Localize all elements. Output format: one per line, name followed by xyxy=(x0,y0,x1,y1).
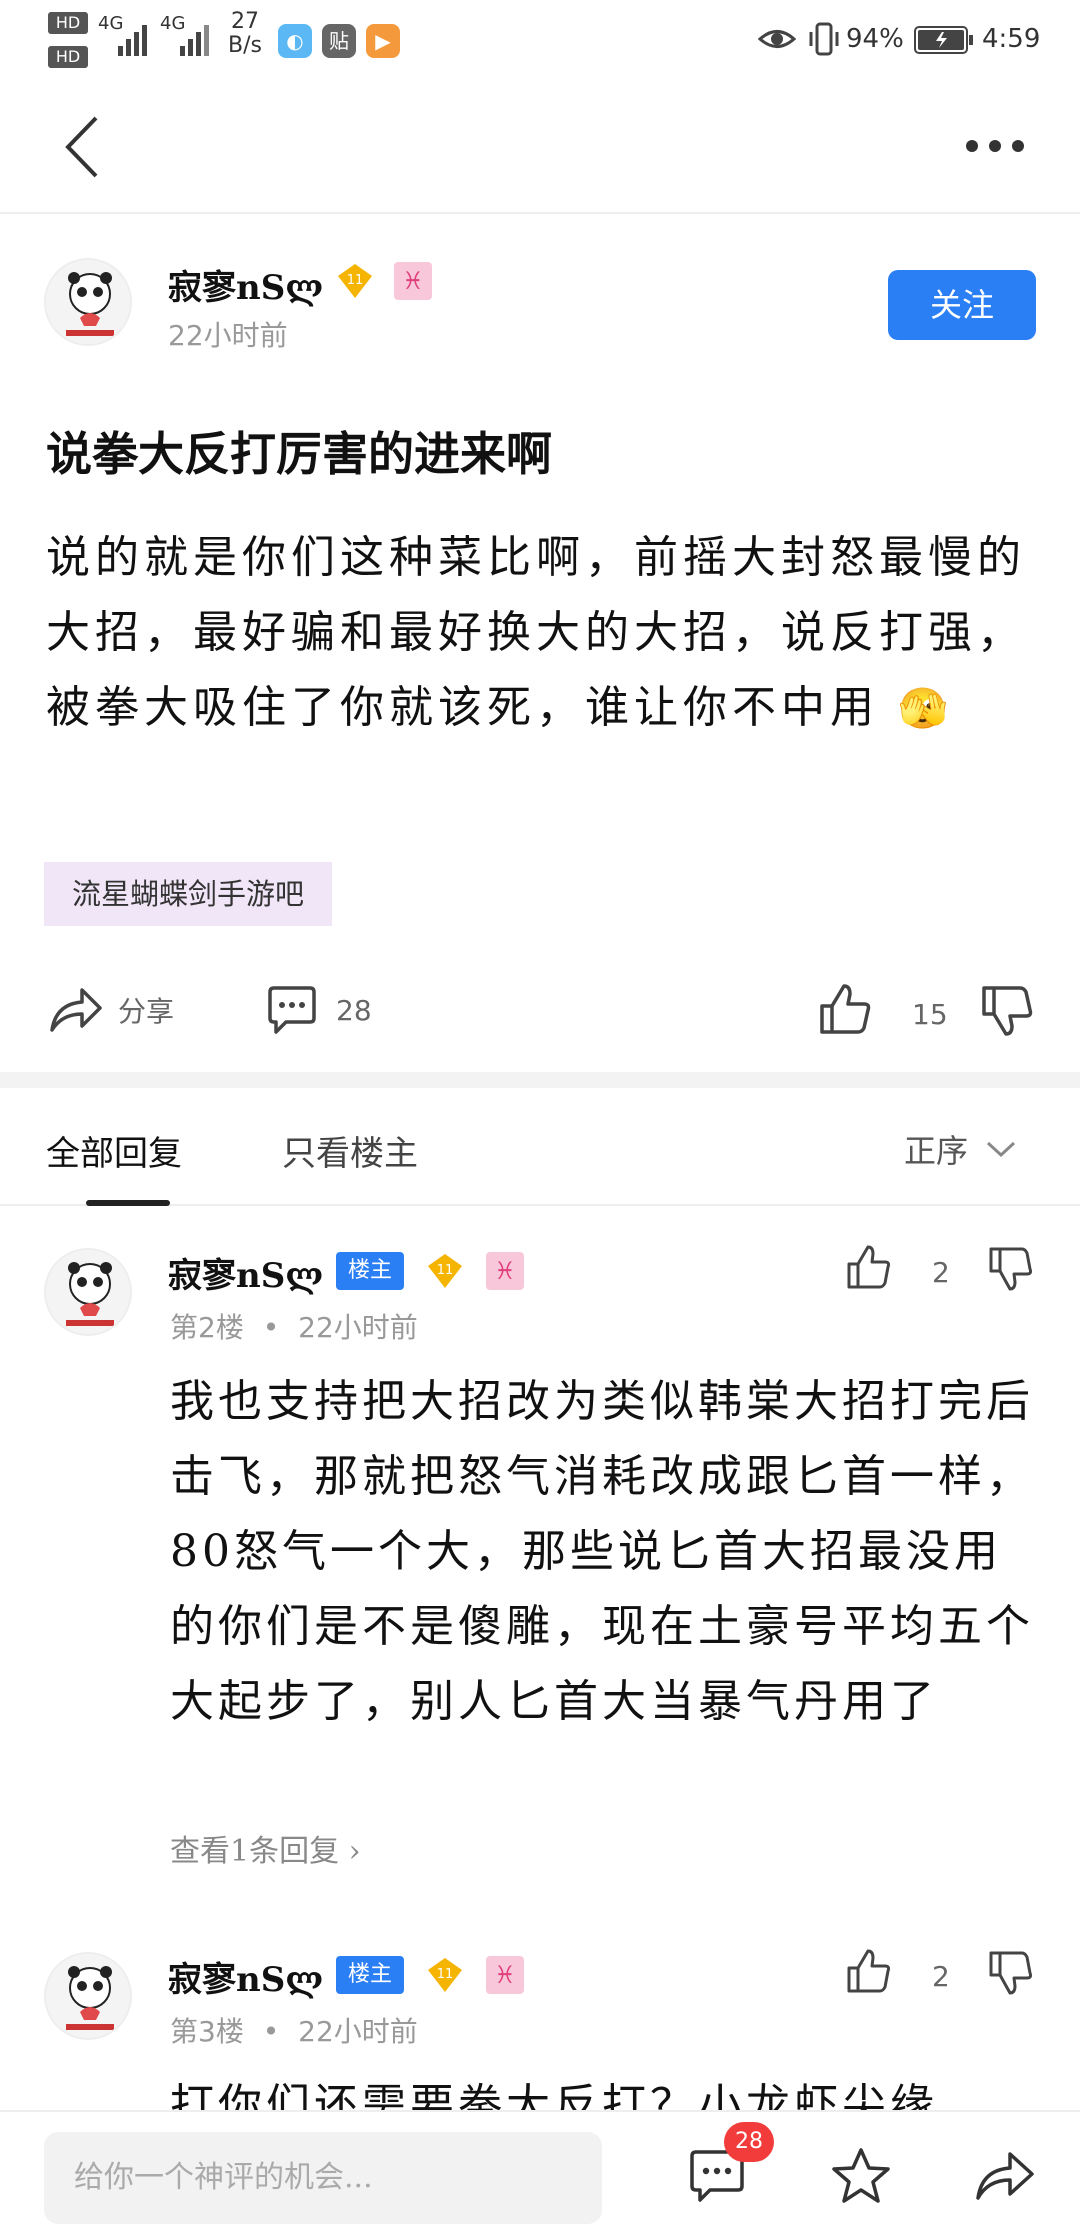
share-icon[interactable] xyxy=(974,2148,1036,2204)
reply-meta: 第2楼 • 22小时前 xyxy=(170,1311,418,1344)
level-gem-icon: 11 xyxy=(428,1958,462,1992)
comment-icon xyxy=(268,986,316,1034)
sort-order-label: 正序 xyxy=(904,1132,969,1170)
pisces-zodiac-icon: ♓ xyxy=(394,262,432,300)
signal-icon-2 xyxy=(180,25,209,56)
reply-avatar[interactable] xyxy=(44,1952,132,2040)
post-emoji: 🫣 xyxy=(898,686,953,732)
reply-time: 22小时前 xyxy=(298,1311,418,1344)
share-icon xyxy=(50,988,102,1032)
chevron-right-icon: › xyxy=(348,1834,361,1869)
forum-tag[interactable]: 流星蝴蝶剑手游吧 xyxy=(44,862,333,926)
tab-owner-only[interactable]: 只看楼主 xyxy=(282,1126,418,1175)
top-bar xyxy=(0,84,1080,214)
author-avatar[interactable] xyxy=(44,258,132,346)
reply-avatar[interactable] xyxy=(44,1248,132,1336)
battery-percent: 94% xyxy=(846,24,904,54)
vibrate-icon xyxy=(809,22,839,56)
owner-badge: 楼主 xyxy=(336,1956,405,1994)
like-count: 15 xyxy=(912,998,948,1031)
app-icon-tieba: 贴 xyxy=(322,24,356,58)
follow-button[interactable]: 关注 xyxy=(888,270,1036,340)
reply-meta: 第3楼 • 22小时前 xyxy=(170,2015,418,2048)
view-replies-link[interactable]: 查看1条回复 › xyxy=(170,1826,361,1870)
net-speed-value: 27 xyxy=(230,9,259,34)
hd1-indicator: HD xyxy=(48,12,88,34)
battery-icon xyxy=(914,26,973,54)
author-name[interactable]: 寂寥nSლ xyxy=(168,260,323,309)
post-body-text: 说的就是你们这种菜比啊，前摇大封怒最慢的大招，最好骗和最好换大的大招，说反打强，… xyxy=(46,532,1026,733)
comment-count-badge: 28 xyxy=(724,2122,774,2162)
like-icon[interactable] xyxy=(846,1948,892,1994)
dislike-icon[interactable] xyxy=(988,1246,1034,1292)
clock: 4:59 xyxy=(982,24,1041,54)
reply-tabs: 全部回复 只看楼主 正序 xyxy=(0,1088,1080,1206)
reply-like-count: 2 xyxy=(932,1960,950,1993)
signal-icon-1 xyxy=(118,25,147,56)
panda-avatar-icon xyxy=(66,272,114,336)
back-icon[interactable] xyxy=(62,114,102,180)
hd2-indicator: HD xyxy=(48,46,88,68)
star-icon[interactable] xyxy=(830,2146,892,2206)
net-speed-unit: B/s xyxy=(228,33,262,58)
reply-text: 打你们还需要拳大反打？小龙虾尖缘 xyxy=(170,2080,938,2110)
comment-count: 28 xyxy=(336,993,372,1027)
svg-text:11: 11 xyxy=(347,273,364,288)
reply-author[interactable]: 寂寥nSლ xyxy=(168,1248,323,1297)
reply-floor: 第3楼 xyxy=(170,2015,244,2048)
net-speed: 27 B/s xyxy=(228,10,262,58)
post-title: 说拳大反打厉害的进来啊 xyxy=(46,427,552,481)
post-body: 说的就是你们这种菜比啊，前摇大封怒最慢的大招，最好骗和最好换大的大招，说反打强，… xyxy=(46,520,1036,747)
status-bar: HD HD 4G 4G 27 B/s ◐ 贴 ▶ 94% 4:59 xyxy=(0,0,1080,84)
app-icon-1: ◐ xyxy=(278,24,312,58)
reply-like-count: 2 xyxy=(932,1256,950,1289)
svg-text:11: 11 xyxy=(437,1967,454,1982)
reply-text: 我也支持把大招改为类似韩棠大招打完后击飞，那就把怒气消耗改成跟匕首一样，80怒气… xyxy=(170,1376,1034,1727)
view-replies-label: 查看1条回复 xyxy=(170,1834,340,1869)
dislike-icon[interactable] xyxy=(988,1950,1034,1996)
comment-button[interactable]: 28 xyxy=(266,984,372,1036)
pisces-zodiac-icon: ♓ xyxy=(486,1252,524,1290)
sort-order-selector[interactable]: 正序 xyxy=(904,1126,1016,1172)
level-gem-icon: 11 xyxy=(428,1254,462,1288)
level-gem-icon: 11 xyxy=(338,264,372,298)
panda-avatar-icon xyxy=(66,1966,114,2030)
app-icon-video: ▶ xyxy=(366,24,400,58)
chevron-down-icon xyxy=(986,1141,1016,1158)
eye-icon xyxy=(758,30,796,48)
reply-floor: 第2楼 xyxy=(170,1311,244,1344)
tab-all-replies[interactable]: 全部回复 xyxy=(46,1126,182,1175)
post-actions: 分享 28 15 xyxy=(0,970,1080,1060)
like-icon[interactable] xyxy=(818,982,872,1036)
reply-time: 22小时前 xyxy=(298,2015,418,2048)
pisces-zodiac-icon: ♓ xyxy=(486,1956,524,1994)
svg-text:11: 11 xyxy=(437,1263,454,1278)
like-icon[interactable] xyxy=(846,1244,892,1290)
bottom-bar: 给你一个神评的机会... 28 xyxy=(0,2110,1080,2240)
active-tab-indicator xyxy=(86,1200,170,1206)
comment-input[interactable]: 给你一个神评的机会... xyxy=(44,2132,602,2224)
post-time: 22小时前 xyxy=(168,319,288,352)
dislike-icon[interactable] xyxy=(980,984,1034,1038)
more-icon[interactable] xyxy=(964,138,1026,154)
share-label: 分享 xyxy=(118,995,175,1028)
section-separator xyxy=(0,1072,1080,1088)
reply-author[interactable]: 寂寥nSლ xyxy=(168,1952,323,2001)
share-button[interactable]: 分享 xyxy=(48,984,174,1036)
panda-avatar-icon xyxy=(66,1262,114,1326)
owner-badge: 楼主 xyxy=(336,1252,405,1290)
